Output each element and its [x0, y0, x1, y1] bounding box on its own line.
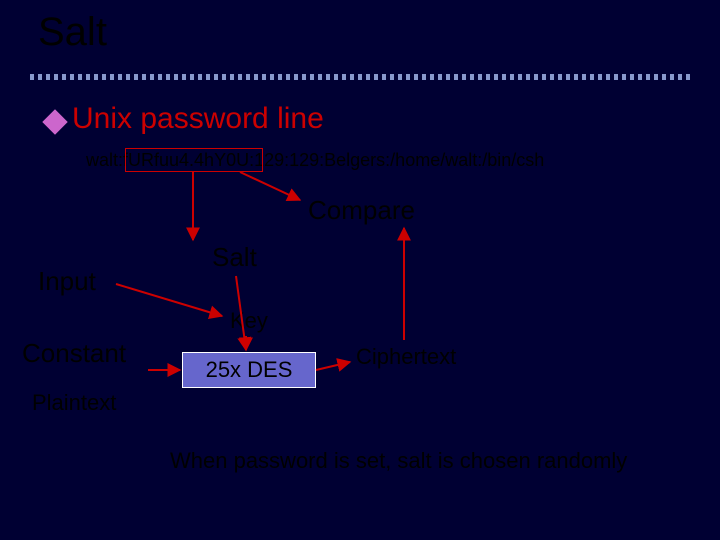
label-key: Key — [230, 308, 268, 334]
divider — [30, 74, 690, 80]
label-ciphertext: Ciphertext — [356, 344, 456, 370]
label-plaintext: Plaintext — [32, 390, 116, 416]
footnote: When password is set, salt is chosen ran… — [170, 448, 627, 474]
label-input: Input — [38, 266, 96, 297]
subheading: Unix password line — [72, 102, 324, 136]
diamond-bullet-icon — [42, 109, 67, 134]
label-compare: Compare — [308, 195, 415, 226]
label-constant: Constant — [22, 338, 126, 369]
salt-highlight-box — [125, 148, 263, 172]
des-box: 25x DES — [182, 352, 316, 388]
label-salt: Salt — [212, 242, 257, 273]
slide-title: Salt — [38, 10, 107, 55]
